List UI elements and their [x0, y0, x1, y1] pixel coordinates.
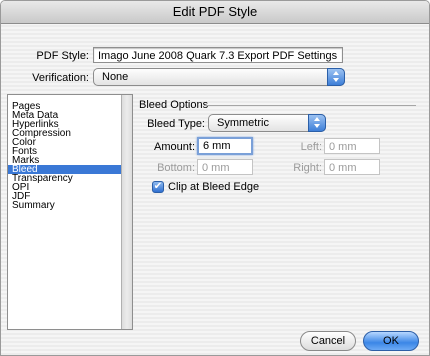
verification-popup[interactable]: None: [93, 68, 345, 86]
pdf-style-label: PDF Style:: [36, 50, 89, 62]
right-label: Right:: [293, 162, 322, 174]
bleed-options-heading: Bleed Options: [139, 99, 209, 111]
right-field[interactable]: 0 mm: [324, 159, 380, 175]
checkmark-icon: ✔: [153, 181, 163, 192]
list-scrollbar[interactable]: [121, 95, 132, 329]
sidebar-item-summary[interactable]: Summary: [8, 201, 132, 211]
group-divider: [204, 105, 416, 106]
up-down-arrows-icon: [308, 114, 326, 132]
verification-value: None: [102, 71, 129, 83]
amount-label: Amount:: [154, 141, 195, 153]
ok-button[interactable]: OK: [363, 331, 419, 351]
pdf-style-name-field[interactable]: Imago June 2008 Quark 7.3 Export PDF Set…: [93, 47, 343, 63]
edit-pdf-style-dialog: Edit PDF Style PDF Style: Imago June 200…: [0, 0, 430, 356]
bleed-type-popup[interactable]: Symmetric: [208, 114, 326, 132]
up-down-arrows-icon: [327, 68, 345, 86]
bleed-type-value: Symmetric: [217, 117, 269, 129]
clip-at-bleed-edge-label: Clip at Bleed Edge: [168, 181, 260, 193]
clip-at-bleed-edge-checkbox[interactable]: ✔: [152, 181, 164, 193]
settings-category-list[interactable]: Pages Meta Data Hyperlinks Compression C…: [7, 94, 133, 330]
cancel-button[interactable]: Cancel: [300, 331, 356, 351]
bottom-field[interactable]: 0 mm: [197, 159, 253, 175]
verification-label: Verification:: [32, 72, 89, 84]
bleed-type-label: Bleed Type:: [147, 118, 205, 130]
left-field[interactable]: 0 mm: [324, 138, 380, 154]
bottom-label: Bottom:: [157, 162, 195, 174]
window-title: Edit PDF Style: [1, 1, 429, 24]
amount-field[interactable]: 6 mm: [197, 137, 253, 155]
left-label: Left:: [300, 141, 322, 153]
